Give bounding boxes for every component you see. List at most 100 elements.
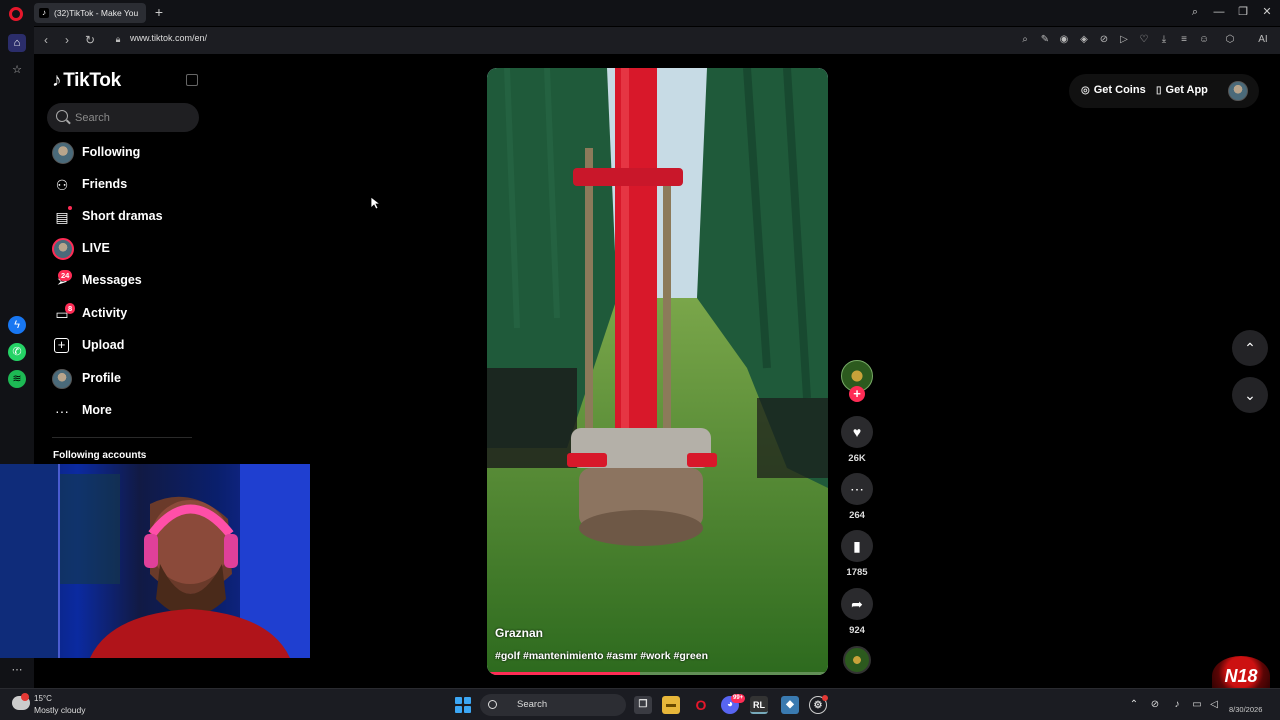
weather-description[interactable]: Mostly cloudy [34,705,86,715]
display-icon[interactable]: ▭ [1190,698,1204,712]
play-icon[interactable]: ▷ [1117,33,1131,47]
tiktok-logo[interactable]: ♪ TikTok [52,70,121,92]
maximize-button[interactable]: ❐ [1234,4,1252,20]
bookmark-icon[interactable]: ▮ [841,530,873,562]
vpn-icon[interactable]: ⊘ [1097,33,1111,47]
weather-temperature[interactable]: 15°C [34,694,52,703]
collapse-sidebar-icon[interactable] [186,74,198,86]
nav-following[interactable]: Following [50,140,200,166]
browser-tab-tiktok[interactable]: ♪ (32)TikTok - Make You [34,3,146,23]
search-box[interactable] [47,103,199,132]
nav-friends[interactable]: ⚇ Friends [50,172,200,198]
save-action[interactable]: ▮ 1785 [841,530,873,578]
zoom-icon[interactable]: ⌕ [1018,33,1032,47]
whatsapp-icon[interactable]: ✆ [8,343,26,361]
back-button[interactable]: ‹ [38,32,54,48]
nav-more[interactable]: ··· More [50,398,200,424]
nav-profile-label: Profile [82,371,121,385]
nav-activity-label: Activity [82,306,128,320]
tray-chevron-icon[interactable]: ⌃ [1127,698,1141,712]
camera-icon[interactable]: ◉ [1057,33,1071,47]
windows-taskbar: 15°C Mostly cloudy Search ❐ ▬ O ◕ 99+ RL… [0,688,1280,720]
comment-icon[interactable]: ⋯ [841,473,873,505]
task-view-icon[interactable]: ❐ [634,696,652,714]
discord-badge: 99+ [731,694,746,703]
get-app-button[interactable]: ▯ Get App [1156,84,1208,96]
extensions-icon[interactable]: ⬡ [1223,33,1237,47]
nav-following-label: Following [82,145,141,159]
new-tab-button[interactable]: + [151,4,167,20]
heart-icon[interactable]: ♡ [1137,33,1151,47]
follow-plus-button[interactable]: + [849,386,865,402]
taskbar-search[interactable]: Search [480,694,626,716]
messages-badge: 24 [58,270,73,281]
previous-video-button[interactable]: ⌃ [1232,330,1268,366]
mouse-cursor-icon [371,197,380,210]
app-icon[interactable]: ◆ [781,696,799,714]
file-explorer-icon[interactable]: ▬ [662,696,680,714]
music-disc-icon[interactable] [843,646,871,674]
get-app-label: Get App [1165,84,1208,96]
next-video-button[interactable]: ⌄ [1232,377,1268,413]
star-icon[interactable]: ☆ [8,61,26,79]
nav-upload-label: Upload [82,338,125,352]
tiktok-favicon-icon: ♪ [39,8,49,18]
nav-short-dramas[interactable]: ▤ Short dramas [50,204,200,230]
film-icon: ▤ [55,209,69,225]
comment-action[interactable]: ⋯ 264 [841,473,873,521]
rocket-league-icon[interactable]: RL [750,696,768,714]
close-window-button[interactable]: ✕ [1258,4,1276,20]
video-progress-bar[interactable] [487,672,828,675]
microphone-icon[interactable]: ♪ [1170,698,1184,712]
volume-icon[interactable]: ◁ [1207,698,1221,712]
menu-icon[interactable]: ≡ [1177,33,1191,47]
tiktok-logo-text: TikTok [63,70,121,91]
like-count: 26K [848,453,866,464]
profile-icon[interactable]: ☺ [1197,33,1211,47]
nav-profile[interactable]: Profile [50,366,200,392]
video-author[interactable]: Graznan [495,626,543,640]
nav-more-label: More [82,403,112,417]
windows-start-icon[interactable] [455,697,471,713]
download-icon[interactable]: ⤓ [1157,33,1171,47]
nav-messages[interactable]: ➢ Messages 24 [50,268,200,294]
video-player[interactable]: Graznan #golf #mantenimiento #asmr #work… [487,68,828,675]
messenger-icon[interactable]: ϟ [8,316,26,334]
spotify-icon[interactable]: ≋ [8,370,26,388]
more-sidebar-icon[interactable]: ⋯ [8,661,26,679]
user-avatar[interactable] [1228,81,1248,101]
opera-taskbar-icon[interactable]: O [692,696,710,714]
activity-badge: 8 [65,303,76,314]
share-arrow-icon[interactable]: ➦ [841,588,873,620]
network-off-icon[interactable]: ⊘ [1148,698,1162,712]
nav-activity[interactable]: ▭ Activity 8 [50,301,200,327]
get-coins-button[interactable]: ◎ Get Coins [1081,84,1146,96]
coin-icon: ◎ [1081,85,1090,96]
url-field[interactable]: www.tiktok.com/en/ [130,33,207,43]
nav-upload[interactable]: + Upload [50,333,200,359]
shield-icon[interactable]: ◈ [1077,33,1091,47]
comment-count: 264 [849,510,865,521]
taskbar-date[interactable]: 8/30/2026 [1229,705,1262,714]
like-action[interactable]: ♥ 26K [841,416,873,464]
minimize-button[interactable]: — [1210,4,1228,20]
forward-button[interactable]: › [59,32,75,48]
ai-icon[interactable]: AI [1252,33,1274,47]
search-input[interactable] [75,109,190,126]
webcam-overlay [0,464,310,658]
browser-tab-bar: ♪ (32)TikTok - Make You + ⌕ — ❐ ✕ [0,0,1280,26]
lock-icon[interactable]: 🔒︎ [112,32,124,46]
nav-live-label: LIVE [82,241,110,255]
opera-logo-icon[interactable] [9,7,23,21]
video-frame-image [487,68,828,675]
video-caption[interactable]: #golf #mantenimiento #asmr #work #green [495,650,708,662]
edit-icon[interactable]: ✎ [1038,33,1052,47]
home-icon[interactable]: ⌂ [8,34,26,52]
weather-alert-dot [21,693,29,701]
search-tabs-icon[interactable]: ⌕ [1186,4,1204,20]
nav-short-dramas-label: Short dramas [82,209,163,223]
nav-live[interactable]: LIVE [50,236,200,262]
share-action[interactable]: ➦ 924 [841,588,873,636]
heart-icon[interactable]: ♥ [841,416,873,448]
reload-button[interactable]: ↻ [82,32,98,48]
